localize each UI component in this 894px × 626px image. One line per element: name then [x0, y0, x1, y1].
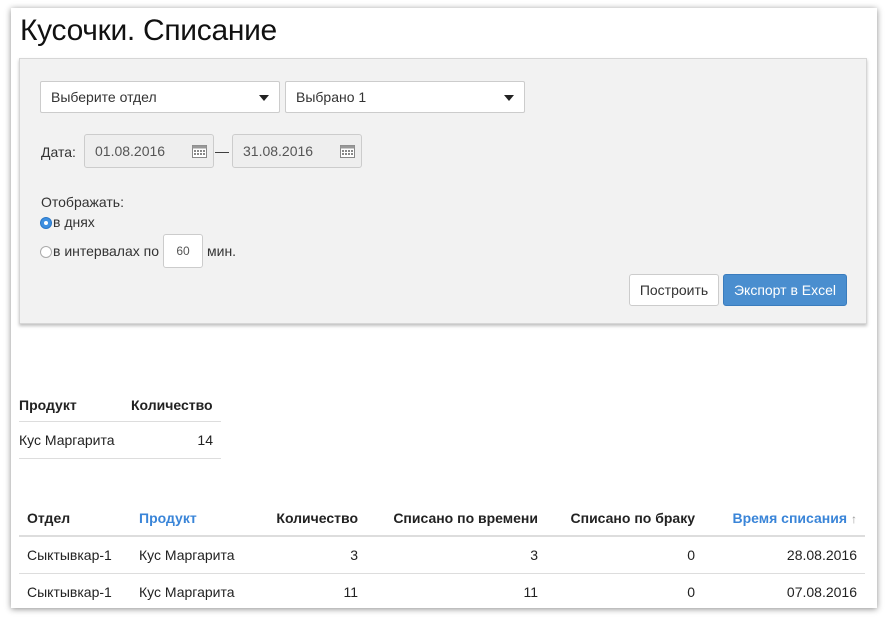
mode-days-label[interactable]: в днях: [53, 214, 95, 230]
page-title: Кусочки. Списание: [20, 14, 277, 47]
date-separator: —: [215, 143, 229, 159]
calendar-icon[interactable]: [192, 144, 207, 158]
cell-writeoff-date: 28.08.2016: [703, 536, 865, 574]
mode-intervals-label[interactable]: в интервалах по: [53, 243, 159, 259]
table-row: Сыктывкар-1 Кус Маргарита 11 11 0 07.08.…: [19, 573, 865, 608]
summary-col-product: Продукт: [19, 396, 77, 413]
cell-product: Кус Маргарита: [131, 536, 251, 574]
cell-product: Кус Маргарита: [131, 573, 251, 608]
summary-table-header: Продукт Количество: [19, 389, 221, 421]
chevron-down-icon: [259, 95, 269, 101]
export-excel-button[interactable]: Экспорт в Excel: [723, 274, 847, 306]
detail-col-writeoff-date-label: Время списания: [732, 509, 847, 526]
interval-input[interactable]: 60: [163, 234, 203, 268]
date-from-input[interactable]: 01.08.2016: [84, 134, 214, 168]
detail-table: Отдел Продукт Количество Списано по врем…: [19, 500, 865, 608]
display-label: Отображать:: [41, 194, 124, 210]
cell-quantity: 3: [251, 536, 366, 574]
cell-written-off-time: 3: [366, 536, 546, 574]
sort-arrow-up-icon[interactable]: ↑: [851, 512, 857, 526]
summary-col-quantity: Количество: [131, 396, 213, 413]
product-select-value: Выбрано 1: [296, 89, 367, 105]
cell-written-off-defect: 0: [546, 573, 703, 608]
summary-cell-product: Кус Маргарита: [19, 420, 131, 459]
table-row: Сыктывкар-1 Кус Маргарита 3 3 0 28.08.20…: [19, 536, 865, 574]
date-label: Дата:: [41, 144, 76, 160]
interval-unit: мин.: [207, 243, 237, 259]
detail-col-quantity: Количество: [251, 500, 366, 537]
filter-panel: Выберите отдел Выбрано 1 Дата: 01.08.201…: [19, 58, 867, 324]
app-window: Кусочки. Списание Выберите отдел Выбрано…: [11, 8, 877, 608]
detail-col-writeoff-date[interactable]: Время списания ↑: [703, 500, 865, 537]
summary-table: Продукт Количество Кус Маргарита 14: [19, 389, 221, 459]
detail-col-written-off-time: Списано по времени: [366, 500, 546, 537]
cell-quantity: 11: [251, 573, 366, 608]
table-row: Кус Маргарита 14: [19, 420, 221, 459]
date-from-value: 01.08.2016: [95, 143, 166, 159]
department-select[interactable]: Выберите отдел: [40, 81, 280, 113]
cell-department: Сыктывкар-1: [19, 536, 131, 574]
cell-written-off-defect: 0: [546, 536, 703, 574]
detail-col-written-off-defect: Списано по браку: [546, 500, 703, 537]
detail-col-product-label: Продукт: [139, 509, 197, 526]
chevron-down-icon: [504, 95, 514, 101]
date-to-value: 31.08.2016: [243, 143, 314, 159]
cell-writeoff-date: 07.08.2016: [703, 573, 865, 608]
detail-table-header: Отдел Продукт Количество Списано по врем…: [19, 500, 865, 537]
mode-intervals-radio[interactable]: [40, 246, 52, 258]
department-select-value: Выберите отдел: [51, 89, 157, 105]
mode-days-radio[interactable]: [40, 217, 52, 229]
detail-col-product[interactable]: Продукт: [131, 500, 251, 537]
cell-department: Сыктывкар-1: [19, 573, 131, 608]
detail-col-department: Отдел: [19, 500, 131, 537]
cell-written-off-time: 11: [366, 573, 546, 608]
date-to-input[interactable]: 31.08.2016: [232, 134, 362, 168]
product-select[interactable]: Выбрано 1: [285, 81, 525, 113]
summary-cell-quantity: 14: [131, 420, 221, 459]
build-button[interactable]: Построить: [629, 274, 719, 306]
calendar-icon[interactable]: [340, 144, 355, 158]
